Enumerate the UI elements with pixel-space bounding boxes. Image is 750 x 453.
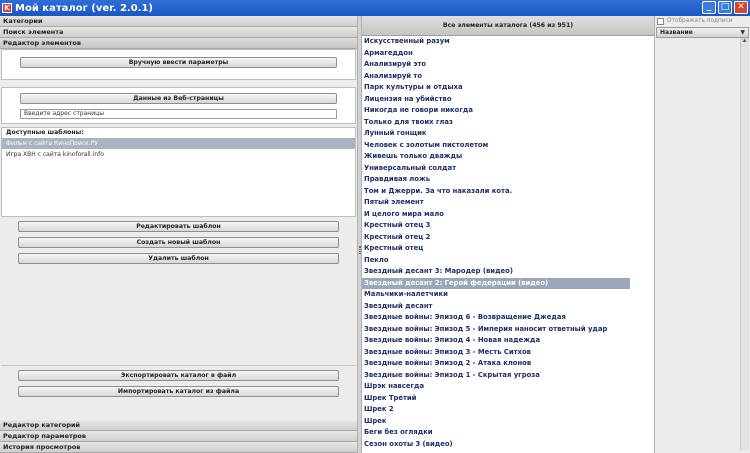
catalog-item[interactable]: Анализируй это — [362, 59, 630, 71]
catalog-header: Все элементы каталога (456 из 951) — [362, 16, 654, 36]
templates-label: Доступные шаблоны: — [6, 129, 84, 136]
accordion-param-editor[interactable]: Редактор параметров — [0, 431, 357, 442]
window-controls: _ □ ✕ — [702, 1, 748, 14]
catalog-item[interactable]: Шрек 2 — [362, 404, 630, 416]
catalog-item[interactable]: Шрек — [362, 416, 630, 428]
accordion-categories[interactable]: Категории — [0, 16, 357, 27]
web-data-button[interactable]: Данные из Веб-страницы — [20, 93, 337, 104]
catalog-item[interactable]: Звездные войны: Эпизод 4 - Новая надежда — [362, 335, 630, 347]
close-button[interactable]: ✕ — [734, 1, 748, 14]
catalog-item[interactable]: Звездные войны: Эпизод 2 - Атака клонов — [362, 358, 630, 370]
catalog-item[interactable]: Пекло — [362, 255, 630, 267]
catalog-item[interactable]: Звездные войны: Эпизод 3 - Месть Ситхов — [362, 347, 630, 359]
show-captions-option[interactable]: Отображать подписи — [655, 16, 750, 27]
scrollbar[interactable] — [740, 42, 749, 450]
catalog-panel: Все элементы каталога (456 из 951) Искус… — [362, 16, 654, 453]
catalog-item[interactable]: Пятый элемент — [362, 197, 630, 209]
catalog-item[interactable]: Лицензия на убийство — [362, 94, 630, 106]
catalog-item[interactable]: Звездный десант 3: Мародер (видео) — [362, 266, 630, 278]
splitter-grip-icon — [359, 246, 361, 254]
catalog-item[interactable]: Сезон охоты 3 (видео) — [362, 439, 630, 451]
accordion-history[interactable]: История просмотров — [0, 442, 357, 453]
catalog-item[interactable]: Крестный отец 2 — [362, 232, 630, 244]
sort-select-value: Название — [660, 29, 693, 36]
template-actions: Редактировать шаблон Создать новый шабло… — [0, 221, 357, 264]
catalog-item[interactable]: Том и Джерри. За что наказали кота. — [362, 186, 630, 198]
import-button[interactable]: Импортировать каталог из файла — [18, 386, 339, 397]
catalog-item[interactable]: Только для твоих глаз — [362, 117, 630, 129]
window-title: Мой каталог (ver. 2.0.1) — [15, 2, 153, 14]
catalog-item[interactable]: Звездные войны: Эпизод 6 - Возвращение Д… — [362, 312, 630, 324]
title-bar: K Мой каталог (ver. 2.0.1) _ □ ✕ — [0, 0, 750, 16]
catalog-item[interactable]: Крестный отец 3 — [362, 220, 630, 232]
sort-select[interactable]: Название ▼ — [656, 27, 749, 38]
accordion-search[interactable]: Поиск элемента — [0, 27, 357, 38]
catalog-item[interactable]: Звездные войны: Эпизод 5 - Империя нанос… — [362, 324, 630, 336]
new-template-button[interactable]: Создать новый шаблон — [18, 237, 339, 248]
accordion-category-editor[interactable]: Редактор категорий — [0, 420, 357, 431]
catalog-item[interactable]: Мальчики-налетчики — [362, 289, 630, 301]
catalog-item[interactable]: Шрэк навсегда — [362, 381, 630, 393]
chevron-down-icon: ▼ — [740, 29, 745, 36]
catalog-item[interactable]: Звездный десант 2: Герой федерации (виде… — [362, 277, 630, 289]
url-input[interactable]: Введите адрес страницы — [20, 109, 337, 119]
catalog-item[interactable]: И целого мира мало — [362, 209, 630, 221]
manual-section: Вручную ввести параметры — [1, 49, 356, 80]
show-captions-checkbox[interactable] — [657, 18, 664, 25]
export-button[interactable]: Экспортировать каталог в файл — [18, 370, 339, 381]
options-sidebar: Отображать подписи Название ▼ ▲ — [654, 16, 750, 453]
accordion-editor[interactable]: Редактор элементов — [0, 38, 357, 49]
catalog-item[interactable]: Лунный гонщик — [362, 128, 630, 140]
web-section: Данные из Веб-страницы Введите адрес стр… — [1, 87, 356, 124]
catalog-item[interactable]: Искусственный разум — [362, 36, 630, 48]
catalog-item[interactable]: Армагеддон — [362, 48, 630, 60]
delete-template-button[interactable]: Удалить шаблон — [18, 253, 339, 264]
template-item[interactable]: Игра XBH с сайта kinoforall.info — [2, 149, 355, 160]
catalog-item[interactable]: Беги без оглядки — [362, 427, 630, 439]
export-section: Экспортировать каталог в файл Импортиров… — [1, 365, 356, 420]
template-item[interactable]: Фильм с сайта КиноПоиск.РУ — [2, 138, 355, 149]
minimize-button[interactable]: _ — [702, 1, 716, 14]
catalog-item[interactable]: Анализируй то — [362, 71, 630, 83]
catalog-item[interactable]: Живешь только дважды — [362, 151, 630, 163]
maximize-button[interactable]: □ — [718, 1, 732, 14]
templates-section: Доступные шаблоны: Фильм с сайта КиноПои… — [1, 127, 356, 217]
catalog-item[interactable]: Парк культуры и отдыха — [362, 82, 630, 94]
catalog-item[interactable]: Звездный десант — [362, 301, 630, 313]
left-panel: Категории Поиск элемента Редактор элемен… — [0, 16, 357, 453]
catalog-item[interactable]: Шрек Третий — [362, 393, 630, 405]
app-icon: K — [2, 3, 12, 13]
catalog-item[interactable]: Человек с золотым пистолетом — [362, 140, 630, 152]
catalog-item[interactable]: Никогда не говори никогда — [362, 105, 630, 117]
catalog-item[interactable]: Правдивая ложь — [362, 174, 630, 186]
catalog-item[interactable]: Универсальный солдат — [362, 163, 630, 175]
catalog-list: Искусственный разум Армагеддон Анализируй … — [362, 36, 654, 450]
edit-template-button[interactable]: Редактировать шаблон — [18, 221, 339, 232]
catalog-item[interactable]: Крестный отец — [362, 243, 630, 255]
catalog-item[interactable]: Звездные войны: Эпизод 1 - Скрытая угроз… — [362, 370, 630, 382]
manual-input-button[interactable]: Вручную ввести параметры — [20, 57, 337, 68]
show-captions-label: Отображать подписи — [667, 18, 733, 24]
